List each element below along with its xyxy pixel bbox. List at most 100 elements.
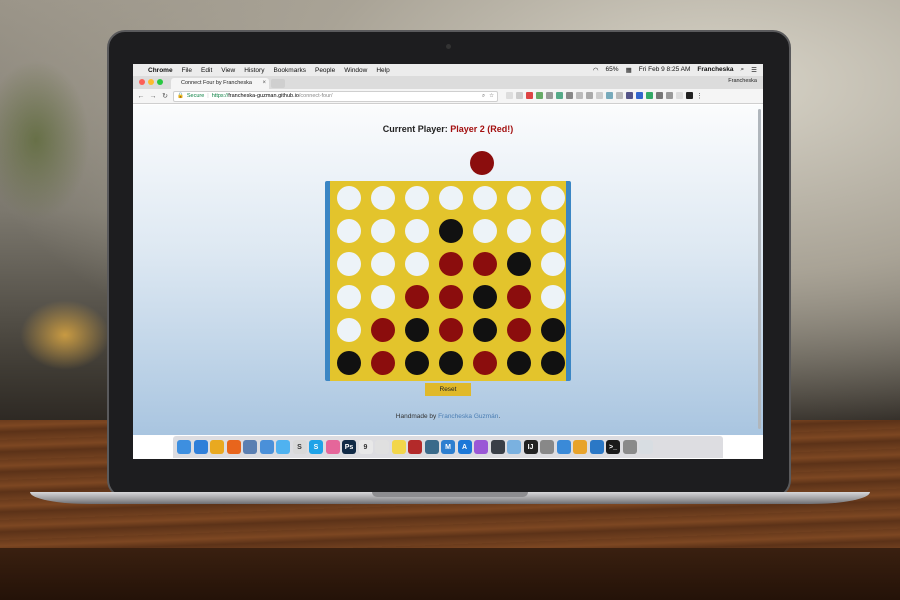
forward-icon[interactable]: → bbox=[149, 93, 157, 100]
extension-icon[interactable] bbox=[666, 92, 673, 99]
board-cell-empty[interactable] bbox=[405, 252, 429, 276]
messages-icon[interactable] bbox=[276, 440, 290, 454]
board-cell-black[interactable] bbox=[405, 351, 429, 375]
board-cell-empty[interactable] bbox=[541, 219, 565, 243]
board-cell-black[interactable] bbox=[541, 351, 565, 375]
extension-icon[interactable] bbox=[676, 92, 683, 99]
board-cell-black[interactable] bbox=[405, 318, 429, 342]
slack-icon[interactable]: S bbox=[292, 440, 307, 454]
sketch-icon[interactable] bbox=[573, 440, 587, 454]
board-cell-empty[interactable] bbox=[473, 219, 497, 243]
extension-icon[interactable] bbox=[596, 92, 603, 99]
system-preferences-icon[interactable] bbox=[622, 440, 637, 454]
board-cell-red[interactable] bbox=[439, 252, 463, 276]
profile-button[interactable]: Francheska bbox=[728, 78, 757, 84]
menu-app-name[interactable]: Chrome bbox=[148, 67, 173, 74]
drop-disc[interactable] bbox=[470, 151, 494, 175]
board-cell-empty[interactable] bbox=[541, 186, 565, 210]
page-scrollbar[interactable] bbox=[758, 109, 761, 429]
extension-icon[interactable] bbox=[626, 92, 633, 99]
maximize-window-icon[interactable] bbox=[157, 79, 163, 85]
virtualbox-icon[interactable] bbox=[507, 440, 521, 454]
board-cell-red[interactable] bbox=[439, 318, 463, 342]
extension-icon[interactable] bbox=[506, 92, 513, 99]
sublime-icon[interactable] bbox=[490, 440, 505, 454]
photoshop-icon[interactable]: Ps bbox=[342, 440, 356, 454]
intellij-icon[interactable]: IJ bbox=[523, 440, 538, 454]
battery-percent[interactable]: 65% bbox=[606, 66, 619, 74]
board-cell-black[interactable] bbox=[337, 351, 361, 375]
wifi-icon[interactable]: ◠ bbox=[593, 66, 599, 74]
acrobat-icon[interactable] bbox=[408, 440, 422, 454]
back-icon[interactable]: ← bbox=[137, 93, 145, 100]
address-bar[interactable]: 🔒 Secure | https://francheska-guzman.git… bbox=[173, 90, 498, 102]
board-cell-empty[interactable] bbox=[405, 186, 429, 210]
board-cell-empty[interactable] bbox=[337, 318, 361, 342]
extension-icon[interactable] bbox=[546, 92, 553, 99]
board-cell-red[interactable] bbox=[473, 252, 497, 276]
preview-icon[interactable] bbox=[243, 440, 257, 454]
board-cell-red[interactable] bbox=[371, 318, 395, 342]
calendar-icon[interactable]: 9 bbox=[358, 440, 373, 454]
menu-help[interactable]: Help bbox=[376, 67, 389, 74]
chrome-icon[interactable] bbox=[210, 440, 224, 454]
board-cell-empty[interactable] bbox=[439, 186, 463, 210]
board-cell-black[interactable] bbox=[507, 351, 531, 375]
menu-view[interactable]: View bbox=[221, 67, 235, 74]
bookmark-star-icon[interactable]: ☆ bbox=[489, 93, 494, 100]
reload-icon[interactable]: ↻ bbox=[161, 92, 169, 100]
board-cell-black[interactable] bbox=[473, 285, 497, 309]
close-window-icon[interactable] bbox=[139, 79, 145, 85]
menu-people[interactable]: People bbox=[315, 67, 335, 74]
search-icon[interactable]: ⌕ bbox=[482, 93, 485, 100]
board-cell-empty[interactable] bbox=[337, 285, 361, 309]
board-cell-empty[interactable] bbox=[473, 186, 497, 210]
firefox-icon[interactable] bbox=[226, 440, 241, 454]
board-cell-black[interactable] bbox=[439, 219, 463, 243]
extension-icon[interactable] bbox=[586, 92, 593, 99]
terminal-icon[interactable]: >_ bbox=[606, 440, 620, 454]
board-cell-black[interactable] bbox=[439, 351, 463, 375]
xcode-icon[interactable] bbox=[556, 440, 571, 454]
board-cell-empty[interactable] bbox=[371, 285, 395, 309]
extension-icon[interactable] bbox=[616, 92, 623, 99]
github-icon[interactable] bbox=[686, 92, 693, 99]
notification-center-icon[interactable]: ☰ bbox=[751, 66, 757, 74]
visual-studio-code-icon[interactable] bbox=[589, 440, 604, 454]
tab-close-icon[interactable]: × bbox=[262, 78, 266, 89]
board-cell-empty[interactable] bbox=[405, 219, 429, 243]
board-cell-empty[interactable] bbox=[541, 285, 565, 309]
mail-icon[interactable] bbox=[259, 440, 274, 454]
safari-icon[interactable] bbox=[193, 440, 208, 454]
board-cell-empty[interactable] bbox=[541, 252, 565, 276]
finder-icon[interactable] bbox=[177, 440, 191, 454]
board-cell-empty[interactable] bbox=[337, 252, 361, 276]
tab-connect-four[interactable]: Connect Four by Francheska × bbox=[171, 78, 269, 89]
board-cell-red[interactable] bbox=[371, 351, 395, 375]
notes-icon[interactable] bbox=[375, 440, 389, 454]
extension-icon[interactable] bbox=[526, 92, 533, 99]
extension-icon[interactable] bbox=[576, 92, 583, 99]
extension-icon[interactable] bbox=[516, 92, 523, 99]
board-cell-empty[interactable] bbox=[371, 219, 395, 243]
menu-file[interactable]: File bbox=[182, 67, 192, 74]
board-cell-red[interactable] bbox=[439, 285, 463, 309]
clock[interactable]: Fri Feb 9 8:25 AM bbox=[639, 66, 691, 74]
menu-edit[interactable]: Edit bbox=[201, 67, 212, 74]
extension-icon[interactable] bbox=[566, 92, 573, 99]
board-cell-red[interactable] bbox=[473, 351, 497, 375]
author-link[interactable]: Francheska Guzmán bbox=[438, 413, 498, 420]
minimize-window-icon[interactable] bbox=[148, 79, 154, 85]
trash-icon[interactable] bbox=[639, 440, 653, 454]
menu-history[interactable]: History bbox=[244, 67, 264, 74]
chrome-menu-icon[interactable]: ⋮ bbox=[696, 92, 703, 100]
flag-icon[interactable]: ▦ bbox=[626, 66, 632, 74]
skype-icon[interactable]: S bbox=[309, 440, 323, 454]
board-cell-empty[interactable] bbox=[371, 186, 395, 210]
board-cell-empty[interactable] bbox=[507, 219, 531, 243]
board-cell-black[interactable] bbox=[473, 318, 497, 342]
board-cell-empty[interactable] bbox=[337, 186, 361, 210]
extension-icon[interactable] bbox=[606, 92, 613, 99]
quicktime-icon[interactable] bbox=[424, 440, 439, 454]
menu-window[interactable]: Window bbox=[344, 67, 367, 74]
